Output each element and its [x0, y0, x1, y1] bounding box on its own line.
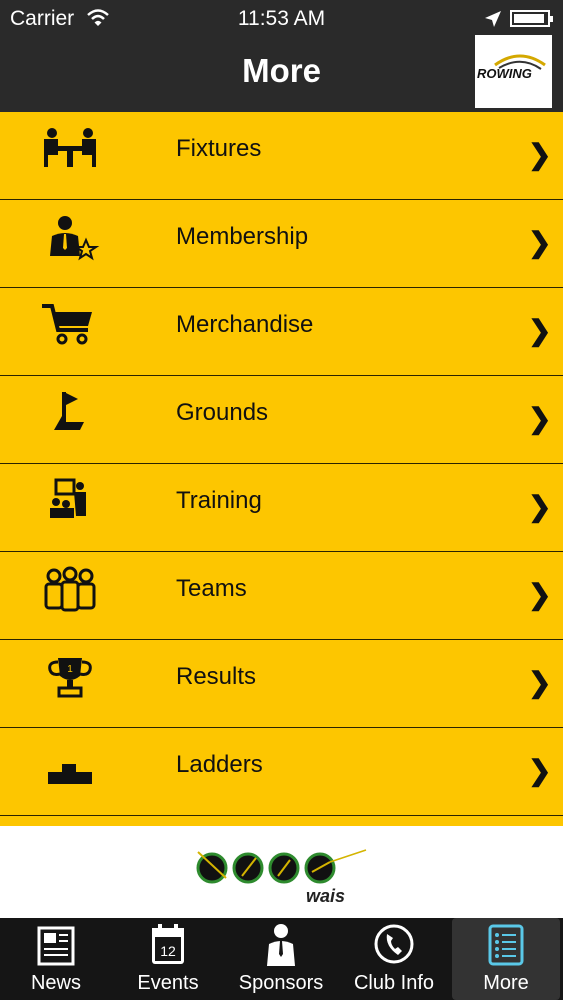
battery-fill: [514, 14, 544, 23]
shopping-cart-icon: [42, 304, 92, 345]
chevron-right-icon: ❯: [528, 579, 552, 610]
list-icon: [488, 924, 524, 966]
tab-label: More: [483, 972, 529, 994]
member-star-icon: [50, 216, 100, 261]
podium-icon: [48, 764, 92, 784]
battery-icon: [510, 10, 553, 27]
calendar-day-number: 12: [160, 943, 176, 959]
menu-item-ladders[interactable]: Ladders ❯: [0, 728, 563, 816]
menu-item-label: Fixtures: [176, 135, 262, 162]
tab-label: Events: [137, 972, 199, 994]
wais-emblem-icon: [196, 849, 367, 884]
battery-nub: [550, 16, 553, 22]
tab-label: Club Info: [353, 972, 435, 994]
menu-item-merchandise[interactable]: Merchandise ❯: [0, 288, 563, 376]
chevron-right-icon: ❯: [528, 667, 552, 698]
location-arrow-icon: [485, 11, 501, 27]
golf-flag-icon: [54, 392, 84, 430]
phone-icon: [374, 924, 414, 964]
menu-item-fixtures[interactable]: Fixtures ❯: [0, 112, 563, 200]
banner-text: wais: [306, 886, 346, 906]
menu-item-label: Results: [176, 663, 257, 690]
meeting-table-icon: [44, 128, 96, 167]
menu-item-membership[interactable]: Membership ❯: [0, 200, 563, 288]
club-logo[interactable]: ROWING: [475, 35, 552, 108]
chevron-right-icon: ❯: [528, 755, 552, 786]
svg-text:1: 1: [67, 664, 73, 675]
team-group-icon: [44, 566, 96, 612]
calendar-icon: 12: [152, 924, 184, 964]
tab-bar: News 12 Events Sponsors Club Info More: [0, 918, 563, 1000]
tab-news[interactable]: News: [0, 918, 112, 1000]
menu-item-label: Membership: [176, 223, 309, 250]
logo-text: ROWING: [477, 66, 532, 81]
tab-label: Sponsors: [238, 972, 324, 994]
tab-sponsors[interactable]: Sponsors: [225, 918, 337, 1000]
tab-label: News: [30, 972, 81, 994]
chevron-right-icon: ❯: [528, 491, 552, 522]
chevron-right-icon: ❯: [528, 227, 552, 258]
tab-more[interactable]: More: [452, 918, 560, 1000]
newspaper-icon: [37, 926, 75, 966]
presentation-icon: [50, 478, 86, 518]
menu-item-results[interactable]: 1 Results ❯: [0, 640, 563, 728]
tab-club-info[interactable]: Club Info: [338, 918, 450, 1000]
menu-item-training[interactable]: Training ❯: [0, 464, 563, 552]
sponsor-banner[interactable]: wais: [0, 826, 563, 918]
menu-item-label: Ladders: [176, 751, 263, 778]
menu-item-label: Grounds: [176, 399, 269, 426]
clock: 11:53 AM: [237, 7, 326, 30]
menu-item-grounds[interactable]: Grounds ❯: [0, 376, 563, 464]
more-menu-list: Fixtures ❯ Membership ❯ Merchandise ❯ Gr…: [0, 112, 563, 816]
chevron-right-icon: ❯: [528, 403, 552, 434]
menu-item-label: Training: [176, 487, 262, 514]
tab-events[interactable]: 12 Events: [112, 918, 224, 1000]
status-bar: Carrier 11:53 AM: [0, 0, 563, 38]
businessman-icon: [267, 924, 295, 966]
trophy-icon: 1: [48, 658, 92, 698]
chevron-right-icon: ❯: [528, 139, 552, 170]
menu-item-teams[interactable]: Teams ❯: [0, 552, 563, 640]
menu-item-label: Teams: [176, 575, 247, 602]
chevron-right-icon: ❯: [528, 315, 552, 346]
menu-item-label: Merchandise: [176, 311, 314, 338]
